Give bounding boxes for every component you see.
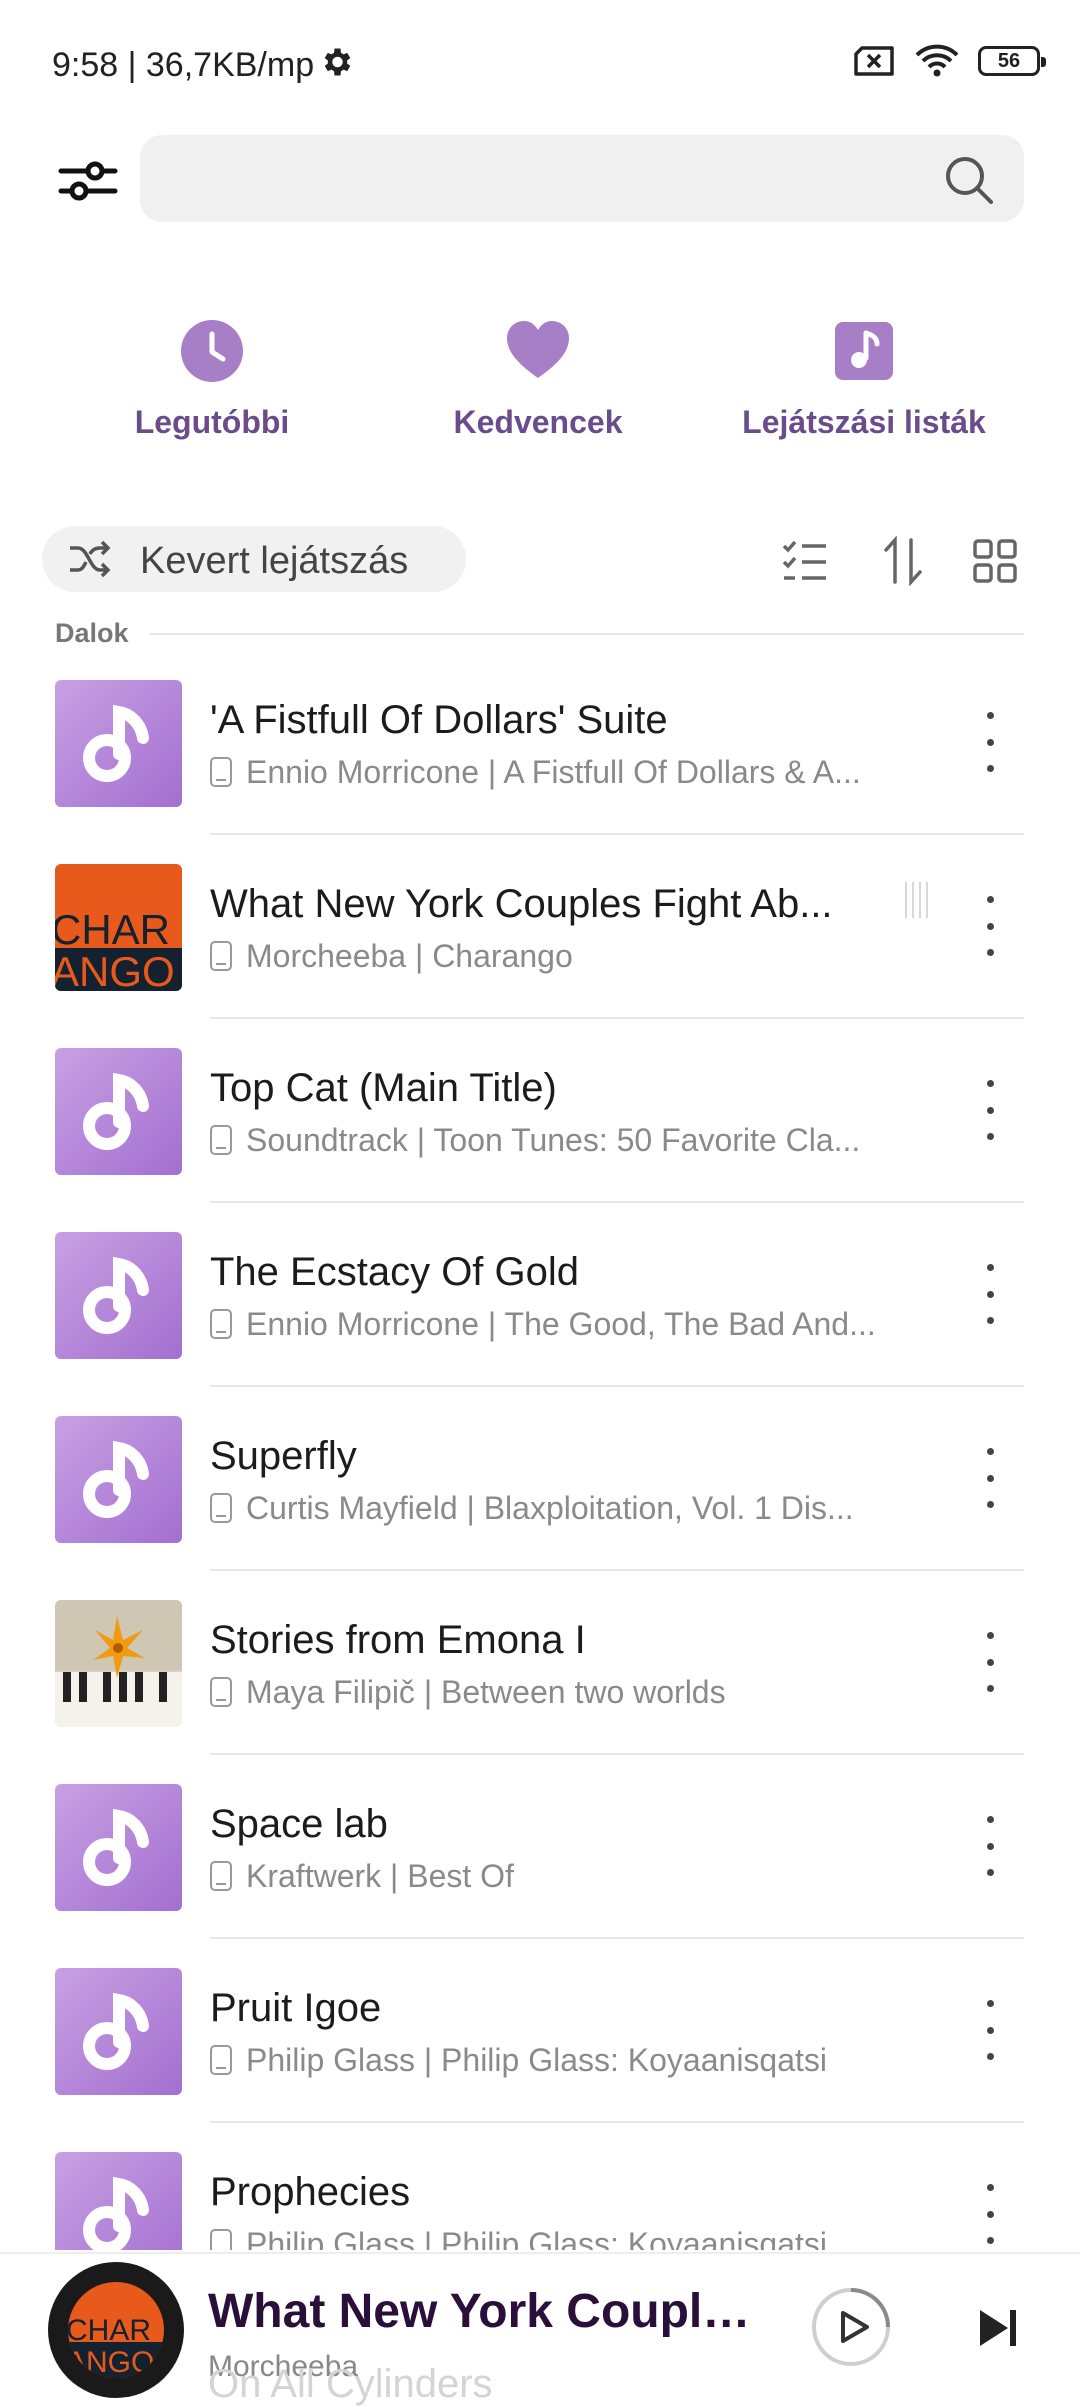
music-note-icon — [55, 1048, 182, 1175]
local-file-icon — [210, 1125, 232, 1155]
grid-view-icon[interactable] — [970, 536, 1020, 586]
music-note-icon — [55, 1232, 182, 1359]
song-subtitle: Soundtrack | Toon Tunes: 50 Favorite Cla… — [210, 1122, 900, 1159]
multi-select-icon[interactable] — [780, 536, 830, 586]
song-title: 'A Fistfull Of Dollars' Suite — [210, 698, 668, 742]
song-title: Prophecies — [210, 2170, 411, 2214]
song-subtitle: Maya Filipič | Between two worlds — [210, 1674, 900, 1711]
now-playing-title: What New York Couple... — [208, 2285, 768, 2338]
now-playing-disc[interactable]: CHAR ANGO — [48, 2262, 184, 2398]
music-note-icon — [55, 2152, 182, 2250]
shuffle-icon — [70, 540, 111, 578]
playlists-label: Lejátszási listák — [742, 404, 986, 440]
wifi-icon — [915, 44, 959, 77]
list-item[interactable]: Prophecies Philip Glass | Philip Glass: … — [0, 2122, 1080, 2250]
recent-label: Legutóbbi — [134, 404, 290, 440]
next-song-peek: On All Cylinders — [208, 2362, 493, 2406]
more-options-icon[interactable] — [970, 1264, 1010, 1324]
song-title: Superfly — [210, 1434, 357, 1478]
local-file-icon — [210, 1861, 232, 1891]
status-time: 9:58 | 36,7KB/mp — [52, 46, 315, 84]
search-icon[interactable] — [942, 153, 996, 207]
more-options-icon[interactable] — [970, 2000, 1010, 2060]
music-note-icon — [55, 1784, 182, 1911]
list-item[interactable]: 'A Fistfull Of Dollars' Suite Ennio Morr… — [0, 650, 1080, 835]
song-subtitle: Philip Glass | Philip Glass: Koyaanisqat… — [210, 2042, 900, 2079]
section-title: Dalok — [55, 618, 129, 648]
more-options-icon[interactable] — [970, 1632, 1010, 1692]
list-item[interactable]: The Ecstacy Of Gold Ennio Morricone | Th… — [0, 1202, 1080, 1387]
song-title: What New York Couples Fight Ab... — [210, 882, 833, 926]
music-note-icon — [55, 1968, 182, 2095]
song-title: The Ecstacy Of Gold — [210, 1250, 580, 1294]
song-subtitle: Ennio Morricone | A Fistfull Of Dollars … — [210, 754, 900, 791]
song-subtitle: Ennio Morricone | The Good, The Bad And.… — [210, 1306, 900, 1343]
status-bar: 9:58 | 36,7KB/mp 56 — [0, 0, 1080, 130]
sort-icon[interactable] — [878, 536, 928, 586]
more-options-icon[interactable] — [970, 712, 1010, 772]
gear-icon — [324, 48, 351, 76]
song-title: Space lab — [210, 1802, 388, 1846]
local-file-icon — [210, 1309, 232, 1339]
search-bar[interactable] — [140, 135, 1024, 222]
section-divider — [150, 633, 1024, 635]
favorites-button[interactable]: Kedvencek — [388, 318, 688, 441]
more-options-icon[interactable] — [970, 2184, 1010, 2244]
next-track-icon[interactable] — [972, 2302, 1024, 2354]
svg-text:CHAR: CHAR — [68, 2314, 151, 2347]
list-item[interactable]: Stories from Emona I Maya Filipič | Betw… — [0, 1570, 1080, 1755]
play-icon[interactable] — [810, 2286, 892, 2368]
shuffle-button[interactable]: Kevert lejátszás — [42, 526, 466, 592]
list-item[interactable]: CHAR ANGO What New York Couples Fight Ab… — [0, 834, 1080, 1019]
album-art — [55, 1600, 182, 1727]
album-art: CHAR ANGO — [55, 864, 182, 991]
song-subtitle: Curtis Mayfield | Blaxploitation, Vol. 1… — [210, 1490, 900, 1527]
song-subtitle: Kraftwerk | Best Of — [210, 1858, 900, 1895]
song-list[interactable]: 'A Fistfull Of Dollars' Suite Ennio Morr… — [0, 650, 1080, 2250]
list-item[interactable]: Space lab Kraftwerk | Best Of — [0, 1754, 1080, 1939]
svg-text:CHAR: CHAR — [55, 906, 170, 953]
list-item[interactable]: Pruit Igoe Philip Glass | Philip Glass: … — [0, 1938, 1080, 2123]
quick-actions: Legutóbbi Kedvencek Lejátszási listák — [0, 318, 1080, 448]
battery-icon: 56 — [978, 46, 1046, 76]
song-title: Top Cat (Main Title) — [210, 1066, 557, 1110]
album-art: CHAR ANGO — [68, 2282, 164, 2378]
local-file-icon — [210, 757, 232, 787]
music-note-icon — [55, 1416, 182, 1543]
local-file-icon — [210, 2045, 232, 2075]
song-subtitle: Philip Glass | Philip Glass: Koyaanisqat… — [210, 2226, 900, 2250]
more-options-icon[interactable] — [970, 896, 1010, 956]
list-item[interactable]: Top Cat (Main Title) Soundtrack | Toon T… — [0, 1018, 1080, 1203]
more-options-icon[interactable] — [970, 1080, 1010, 1140]
now-playing-bar[interactable]: CHAR ANGO What New York Couple... Morche… — [0, 2252, 1080, 2402]
now-playing-icon — [905, 882, 939, 918]
song-title: Stories from Emona I — [210, 1618, 586, 1662]
playlists-button[interactable]: Lejátszási listák — [714, 318, 1014, 441]
favorites-label: Kedvencek — [453, 404, 623, 440]
song-title: Pruit Igoe — [210, 1986, 382, 2030]
local-file-icon — [210, 2229, 232, 2250]
list-item[interactable]: Superfly Curtis Mayfield | Blaxploitatio… — [0, 1386, 1080, 1571]
svg-text:ANGO: ANGO — [55, 948, 175, 991]
recent-button[interactable]: Legutóbbi — [62, 318, 362, 441]
song-subtitle: Morcheeba | Charango — [210, 938, 900, 975]
sim-off-icon — [854, 46, 894, 76]
music-note-icon — [55, 680, 182, 807]
status-icons: 56 — [852, 44, 1046, 78]
more-options-icon[interactable] — [970, 1448, 1010, 1508]
local-file-icon — [210, 1677, 232, 1707]
playlist-icon — [835, 322, 893, 380]
more-options-icon[interactable] — [970, 1816, 1010, 1876]
local-file-icon — [210, 1493, 232, 1523]
search-input[interactable] — [170, 153, 934, 205]
shuffle-label: Kevert lejátszás — [140, 540, 409, 582]
heart-icon — [507, 321, 569, 378]
filter-icon[interactable] — [55, 148, 121, 214]
clock-icon — [181, 320, 243, 382]
svg-text:ANGO: ANGO — [68, 2346, 154, 2378]
local-file-icon — [210, 941, 232, 971]
